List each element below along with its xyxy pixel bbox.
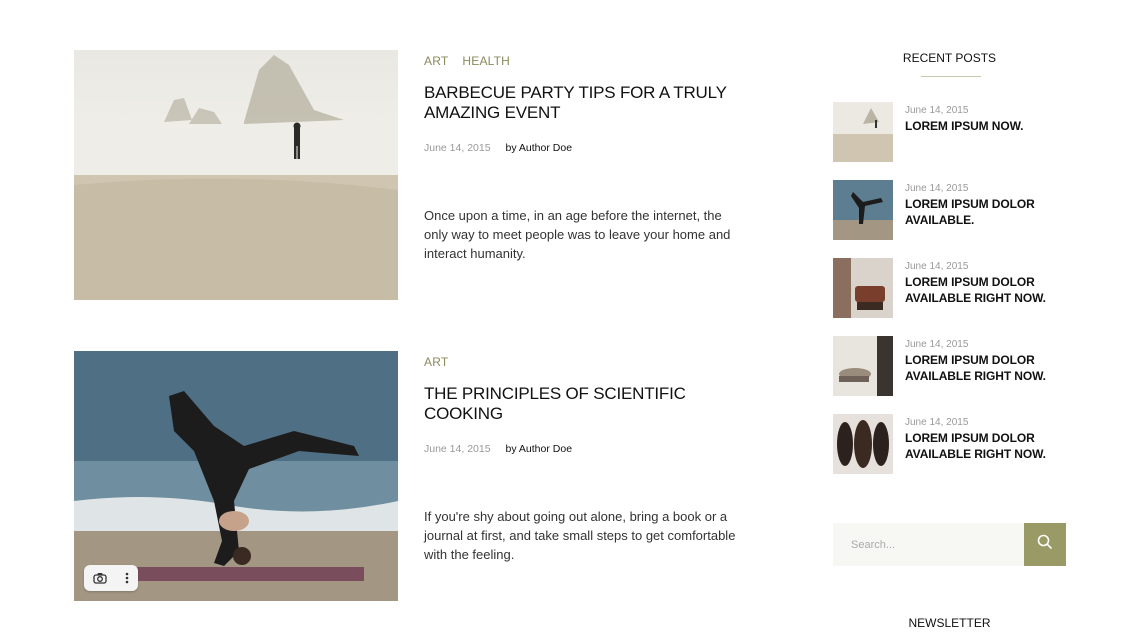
category-link[interactable]: ART xyxy=(424,355,448,369)
category-link[interactable]: HEALTH xyxy=(462,54,510,68)
recent-post-thumbnail xyxy=(833,180,893,240)
post-image-yoga-beach[interactable] xyxy=(74,351,398,601)
recent-post-date: June 14, 2015 xyxy=(905,261,969,272)
post-categories: ART xyxy=(424,355,754,369)
post-excerpt: If you're shy about going out alone, bri… xyxy=(424,509,736,562)
recent-post-title[interactable]: LOREM IPSUM DOLOR AVAILABLE RIGHT NOW. xyxy=(905,430,1065,462)
recent-post-title[interactable]: LOREM IPSUM DOLOR AVAILABLE RIGHT NOW. xyxy=(905,274,1065,306)
post-categories: ART HEALTH xyxy=(424,54,754,68)
search-button[interactable] xyxy=(1024,523,1066,566)
newsletter-heading: NEWSLETTER xyxy=(908,616,991,630)
post-author[interactable]: by Author Doe xyxy=(505,142,572,154)
post-date: June 14, 2015 xyxy=(424,443,491,455)
post-title[interactable]: THE PRINCIPLES OF SCIENTIFIC COOKING xyxy=(424,384,754,424)
recent-post-title[interactable]: LOREM IPSUM DOLOR AVAILABLE. xyxy=(905,196,1065,228)
image-toolbar xyxy=(84,565,138,591)
post-title[interactable]: BARBECUE PARTY TIPS FOR A TRULY AMAZING … xyxy=(424,83,754,123)
camera-icon[interactable] xyxy=(93,572,107,584)
recent-post-item[interactable]: June 14, 2015 LOREM IPSUM DOLOR AVAILABL… xyxy=(833,258,1066,318)
recent-post-thumbnail xyxy=(833,102,893,162)
recent-post-item[interactable]: June 14, 2015 LOREM IPSUM DOLOR AVAILABL… xyxy=(833,180,1066,240)
post-meta: June 14, 2015 by Author Doe xyxy=(424,443,754,455)
recent-post-date: June 14, 2015 xyxy=(905,183,969,194)
recent-post-date: June 14, 2015 xyxy=(905,105,969,116)
recent-post-thumbnail xyxy=(833,336,893,396)
recent-post-date: June 14, 2015 xyxy=(905,339,969,350)
more-vertical-icon[interactable] xyxy=(125,572,129,584)
recent-post-title[interactable]: LOREM IPSUM NOW. xyxy=(905,118,1065,134)
search-form xyxy=(833,523,1066,566)
post-excerpt: Once upon a time, in an age before the i… xyxy=(424,208,731,261)
recent-post-item[interactable]: June 14, 2015 LOREM IPSUM NOW. xyxy=(833,102,1066,162)
blog-post: ART HEALTH BARBECUE PARTY TIPS FOR A TRUL… xyxy=(74,50,754,300)
blog-post: ART THE PRINCIPLES OF SCIENTIFIC COOKING… xyxy=(74,351,754,601)
post-date: June 14, 2015 xyxy=(424,142,491,154)
post-image-beach-walker[interactable] xyxy=(74,50,398,300)
recent-post-thumbnail xyxy=(833,258,893,318)
post-meta: June 14, 2015 by Author Doe xyxy=(424,142,754,154)
recent-post-thumbnail xyxy=(833,414,893,474)
heading-underline xyxy=(921,76,981,77)
recent-posts-heading: RECENT POSTS xyxy=(902,51,997,65)
category-link[interactable]: ART xyxy=(424,54,448,68)
search-input[interactable] xyxy=(833,523,1024,566)
recent-post-date: June 14, 2015 xyxy=(905,417,969,428)
recent-post-item[interactable]: June 14, 2015 LOREM IPSUM DOLOR AVAILABL… xyxy=(833,336,1066,396)
recent-post-item[interactable]: June 14, 2015 LOREM IPSUM DOLOR AVAILABL… xyxy=(833,414,1066,474)
recent-post-title[interactable]: LOREM IPSUM DOLOR AVAILABLE RIGHT NOW. xyxy=(905,352,1065,384)
search-icon xyxy=(1037,534,1053,555)
post-author[interactable]: by Author Doe xyxy=(505,443,572,455)
